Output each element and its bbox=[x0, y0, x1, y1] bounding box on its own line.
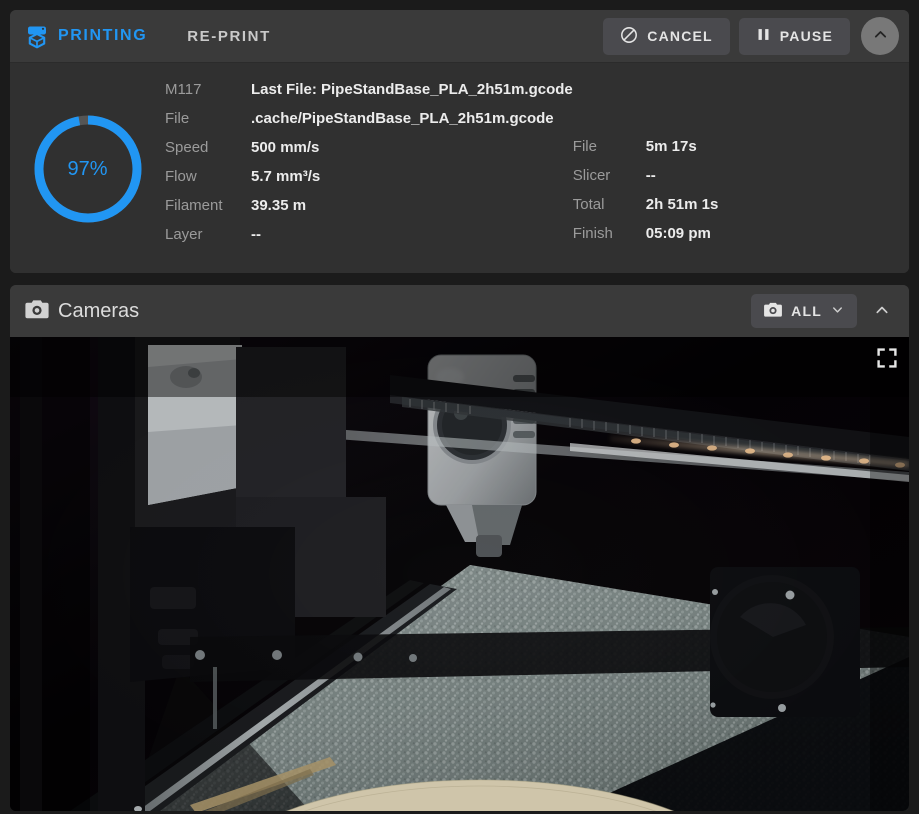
cancel-button[interactable]: CANCEL bbox=[603, 17, 730, 55]
stat-label: File bbox=[165, 110, 190, 127]
camera-select-dropdown[interactable]: ALL bbox=[751, 294, 857, 328]
stat-label: Flow bbox=[165, 168, 197, 185]
camera-icon bbox=[763, 301, 783, 321]
fullscreen-button[interactable] bbox=[876, 347, 898, 369]
stat-value: Last File: PipeStandBase_PLA_2h51m.gcode bbox=[251, 81, 573, 98]
stat-row: M117 Last File: PipeStandBase_PLA_2h51m.… bbox=[165, 81, 573, 110]
collapse-status-panel-button[interactable] bbox=[861, 17, 899, 55]
stat-label: Filament bbox=[165, 197, 223, 214]
progress-ring: 97% bbox=[31, 112, 145, 226]
stat-value: -- bbox=[645, 167, 656, 184]
stat-row: File .cache/PipeStandBase_PLA_2h51m.gcod… bbox=[165, 110, 573, 139]
pause-button[interactable]: PAUSE bbox=[738, 17, 850, 55]
stat-value: 500 mm/s bbox=[251, 139, 320, 156]
print-status-label: PRINTING bbox=[58, 27, 148, 44]
print-status-body: 97% M117 Last File: PipeStandBase_PLA_2h… bbox=[10, 63, 909, 273]
stat-label: Speed bbox=[165, 139, 209, 156]
reprint-button[interactable]: RE-PRINT bbox=[177, 20, 281, 53]
cancel-button-label: CANCEL bbox=[647, 28, 713, 44]
chevron-up-icon bbox=[872, 26, 889, 46]
collapse-cameras-panel-button[interactable] bbox=[865, 294, 899, 328]
stat-row: Speed 500 mm/s bbox=[165, 139, 573, 168]
pause-icon bbox=[756, 27, 771, 45]
pause-button-label: PAUSE bbox=[779, 28, 833, 44]
stat-value: 5m 17s bbox=[645, 138, 697, 155]
stat-label: Layer bbox=[165, 226, 203, 243]
job-stats-left-column: M117 Last File: PipeStandBase_PLA_2h51m.… bbox=[165, 81, 573, 255]
stat-label: M117 bbox=[165, 81, 202, 98]
stat-value: -- bbox=[251, 226, 261, 243]
stat-label: File bbox=[572, 138, 597, 155]
print-status-header: PRINTING RE-PRINT CANCEL PAUSE bbox=[10, 10, 909, 63]
printer-icon bbox=[24, 23, 50, 49]
camera-icon bbox=[24, 298, 50, 325]
progress-ring-container: 97% bbox=[10, 77, 165, 255]
stat-value: 05:09 pm bbox=[645, 225, 711, 242]
stat-label: Total bbox=[572, 196, 605, 213]
cameras-panel: Cameras ALL bbox=[10, 285, 909, 811]
stat-row: Finish 05:09 pm bbox=[573, 225, 719, 254]
stat-row: Total 2h 51m 1s bbox=[573, 196, 719, 225]
stat-row: File 5m 17s bbox=[573, 138, 719, 167]
stat-value: 5.7 mm³/s bbox=[251, 168, 321, 185]
stat-value: 2h 51m 1s bbox=[645, 196, 719, 213]
stat-row: Flow 5.7 mm³/s bbox=[165, 168, 573, 197]
camera-feed[interactable] bbox=[10, 337, 909, 811]
stat-row: Slicer -- bbox=[573, 167, 719, 196]
cameras-title: Cameras bbox=[58, 299, 140, 322]
job-stats-right-column: File 5m 17s Slicer -- Total 2h 51m 1s Fi… bbox=[573, 81, 719, 255]
stat-row: Filament 39.35 m bbox=[165, 197, 573, 226]
stat-label: Finish bbox=[572, 225, 613, 242]
no-entry-icon bbox=[620, 26, 638, 47]
fullscreen-icon bbox=[876, 348, 898, 372]
cameras-header: Cameras ALL bbox=[10, 285, 909, 337]
stat-row: Layer -- bbox=[165, 226, 573, 255]
app-root: PRINTING RE-PRINT CANCEL PAUSE 97% M117 … bbox=[0, 0, 919, 814]
chevron-down-icon bbox=[830, 302, 845, 320]
print-status-panel: PRINTING RE-PRINT CANCEL PAUSE 97% M117 … bbox=[10, 10, 909, 273]
stat-value: 39.35 m bbox=[251, 197, 307, 214]
chevron-up-icon bbox=[873, 301, 891, 322]
progress-percent-label: 97% bbox=[67, 157, 108, 180]
camera-select-label: ALL bbox=[791, 303, 822, 319]
camera-feed-image bbox=[10, 337, 909, 811]
job-stats: M117 Last File: PipeStandBase_PLA_2h51m.… bbox=[165, 77, 909, 255]
stat-label: Slicer bbox=[572, 167, 611, 184]
stat-value: .cache/PipeStandBase_PLA_2h51m.gcode bbox=[251, 110, 554, 127]
